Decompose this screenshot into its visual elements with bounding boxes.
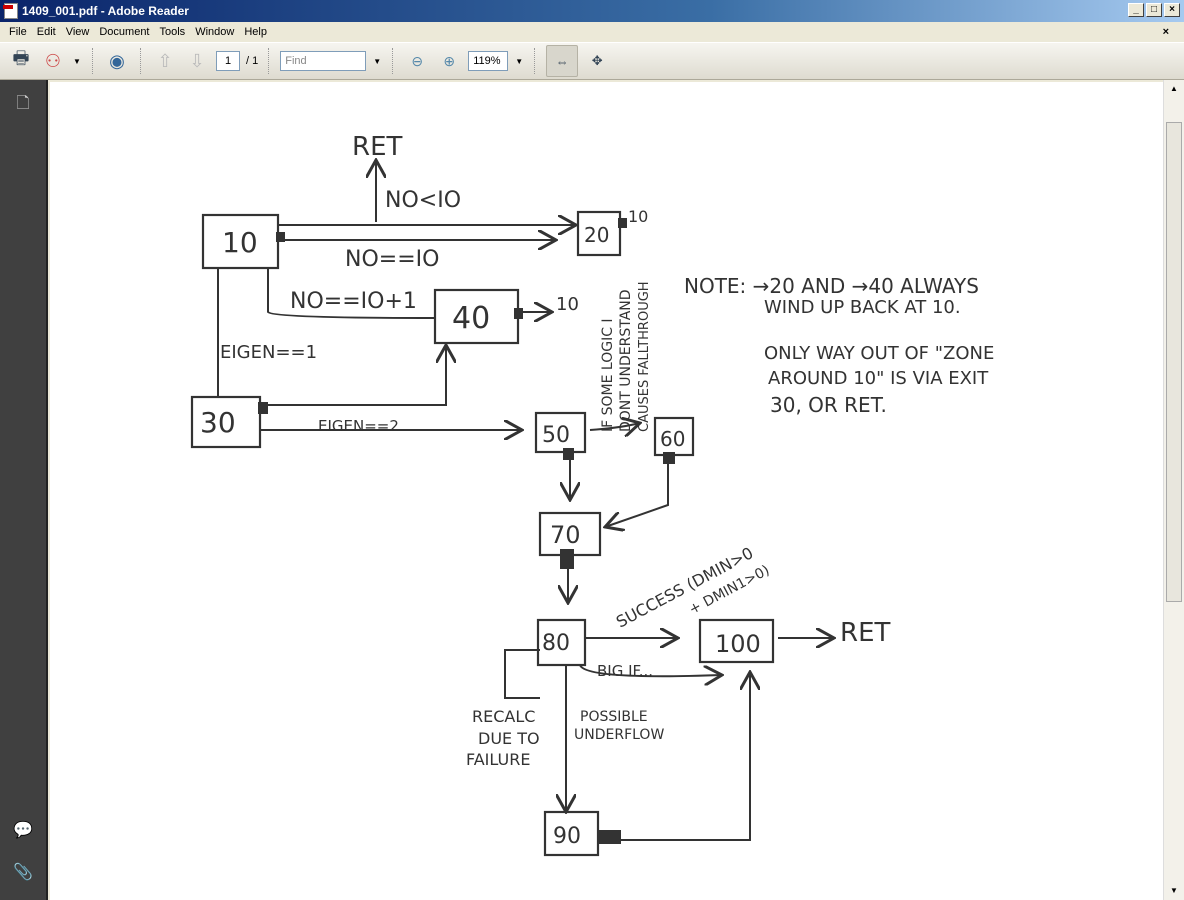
note-line-1: NOTE: →20 AND →40 ALWAYS bbox=[684, 274, 979, 298]
label-no-eq-io: NO==IO bbox=[345, 247, 439, 272]
edge-labels: RET NO<IO NO==IO NO==IO+1 10 10 EIGEN==1… bbox=[220, 132, 890, 769]
label-big-if: BIG IF... bbox=[597, 662, 653, 680]
label-to-10-from-20: 10 bbox=[628, 207, 648, 226]
svg-text:CAUSES FALLTHROUGH: CAUSES FALLTHROUGH bbox=[637, 281, 652, 432]
label-eigen-1: EIGEN==1 bbox=[220, 342, 317, 363]
node-30-label: 30 bbox=[200, 406, 236, 439]
svg-text:DONT UNDERSTAND: DONT UNDERSTAND bbox=[618, 289, 634, 432]
note-line-3: ONLY WAY OUT OF "ZONE bbox=[764, 343, 994, 364]
node-40-label: 40 bbox=[452, 301, 490, 336]
label-failure: FAILURE bbox=[466, 750, 530, 769]
node-100-label: 100 bbox=[715, 630, 761, 658]
label-underflow: UNDERFLOW bbox=[574, 727, 664, 743]
label-ret-top: RET bbox=[352, 132, 402, 162]
svg-text:IF SOME LOGIC I: IF SOME LOGIC I bbox=[600, 318, 616, 432]
note-line-4: AROUND 10" IS VIA EXIT bbox=[768, 368, 989, 389]
note-line-5: 30, OR RET. bbox=[770, 393, 887, 417]
label-due-to: DUE TO bbox=[478, 729, 540, 748]
flowchart-diagram: 10 20 40 30 50 60 70 80 100 90 RET NO<IO… bbox=[190, 132, 994, 857]
label-possible: POSSIBLE bbox=[580, 709, 648, 725]
node-90-label: 90 bbox=[553, 824, 581, 849]
node-70-label: 70 bbox=[550, 521, 581, 549]
note: NOTE: →20 AND →40 ALWAYS WIND UP BACK AT… bbox=[684, 274, 994, 417]
node-80-label: 80 bbox=[542, 631, 570, 656]
label-ret-bottom: RET bbox=[840, 618, 890, 648]
note-line-2: WIND UP BACK AT 10. bbox=[764, 297, 961, 318]
node-20-label: 20 bbox=[584, 223, 609, 247]
label-recalc: RECALC bbox=[472, 707, 535, 726]
node-10-label: 10 bbox=[222, 226, 258, 259]
node-60-label: 60 bbox=[660, 427, 685, 451]
label-no-lt-io: NO<IO bbox=[385, 188, 461, 213]
label-eigen-2: EIGEN==2 bbox=[318, 417, 399, 435]
label-no-eq-io-plus-1: NO==IO+1 bbox=[290, 289, 417, 314]
label-to-10-from-40: 10 bbox=[556, 294, 579, 315]
node-50-label: 50 bbox=[542, 423, 570, 448]
label-fallthrough: IF SOME LOGIC I DONT UNDERSTAND CAUSES F… bbox=[600, 281, 652, 432]
